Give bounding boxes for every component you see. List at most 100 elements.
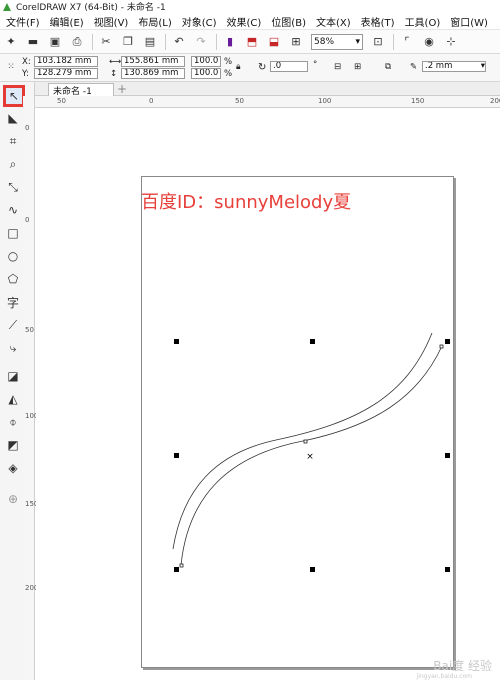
add-tool-button[interactable]: ⊕ [3,490,23,508]
cut-icon[interactable]: ✂ [99,35,113,49]
vertical-ruler[interactable]: 0 0 50 100 150 200 [23,96,38,680]
toolbar-divider [393,33,394,50]
copy-icon[interactable]: ❐ [121,35,135,49]
paste-icon[interactable]: ▤ [143,35,157,49]
polygon-tool[interactable]: ⬠ [3,270,26,288]
text-icon: 字 [6,295,19,310]
undo-icon[interactable]: ↶ [172,35,186,49]
snap-icon[interactable]: ◉ [422,35,436,49]
outline-width-value: .2 mm [425,61,453,71]
mirror-vertical-icon[interactable]: ⊞ [354,62,361,72]
zoom-tool[interactable]: ⌕ [3,155,26,173]
width-field[interactable]: 155.861 mm [121,56,185,67]
toolbar-divider [165,33,166,50]
open-icon[interactable]: ▬ [26,35,40,49]
percent-label: % [224,57,233,67]
app-launcher-icon[interactable]: ⊞ [289,35,303,49]
rotation-center-marker[interactable]: × [306,452,314,462]
new-icon[interactable]: ✦ [4,35,18,49]
import-icon[interactable]: ▮ [223,35,237,49]
menu-window[interactable]: 窗口(W) [450,14,488,29]
menu-effects[interactable]: 效果(C) [227,14,262,29]
ellipse-tool[interactable]: ○ [3,247,26,265]
drop-shadow-tool[interactable]: ◪ [3,367,26,385]
plus-circle-icon: ⊕ [7,492,19,506]
tab-document[interactable]: 未命名 -1 [48,83,114,97]
show-rulers-icon[interactable]: ⌜ [400,35,414,49]
smart-fill-tool[interactable]: ◈ [3,459,23,477]
parallel-dimension-tool[interactable]: ⟋ [3,316,26,334]
shape-tool[interactable]: ◣ [3,109,26,127]
crop-tool[interactable]: ⌗ [3,132,26,150]
selection-handle-top-right[interactable] [445,339,450,344]
menu-layout[interactable]: 布局(L) [138,14,171,29]
selection-handle-top-left[interactable] [174,339,179,344]
pick-tool[interactable]: ↖ [3,85,25,107]
add-tab-button[interactable]: + [115,83,129,96]
degree-label: ° [313,60,318,70]
coreldraw-window: CorelDRAW X7 (64-Bit) - 未命名 -1 文件(F) 编辑(… [0,0,500,680]
ellipse-icon: ○ [7,249,19,263]
menu-file[interactable]: 文件(F) [6,14,40,29]
drawing-workspace[interactable]: 百度ID：sunnyMelody夏 × Bai度 经验 jingyan.baid… [36,108,500,680]
curve-node[interactable] [179,563,184,568]
selection-handle-top-center[interactable] [310,339,315,344]
zoom-level-select[interactable]: 58% ▾ [311,33,363,50]
selection-handle-middle-left[interactable] [174,453,179,458]
connector-tool[interactable]: ⤷ [3,339,26,357]
text-tool[interactable]: 字 [3,293,26,311]
menu-text[interactable]: 文本(X) [316,14,351,29]
ruler-label: 0 [149,97,154,105]
menu-edit[interactable]: 编辑(E) [50,14,84,29]
menu-object[interactable]: 对象(C) [182,14,217,29]
property-bar: ⁙ X: 103.182 mm Y: 128.279 mm ⟷ 155.861 … [0,54,500,82]
ruler-label: 50 [25,326,34,334]
lock-ratio-icon[interactable]: 🔒︎ [236,62,241,72]
rectangle-tool[interactable]: □ [3,224,26,242]
toolbar-divider [216,33,217,50]
curve-node[interactable] [303,439,308,444]
menu-bitmaps[interactable]: 位图(B) [271,14,306,29]
selection-handle-middle-right[interactable] [445,453,450,458]
drop-shadow-icon: ◪ [7,369,19,383]
document-tabs: 未命名 -1 + [35,82,500,97]
y-position-label: Y: [22,69,29,79]
horizontal-ruler[interactable]: 50 0 50 100 150 200 [35,96,500,108]
x-position-field[interactable]: 103.182 mm [34,56,98,67]
selection-handle-bottom-left[interactable] [174,567,179,572]
height-field[interactable]: 130.869 mm [121,68,185,79]
menu-tools[interactable]: 工具(O) [405,14,441,29]
curve-node[interactable] [439,344,444,349]
outline-width-select[interactable]: .2 mm ▾ [422,61,486,72]
rotation-field[interactable]: .0 [270,61,308,72]
interactive-fill-tool[interactable]: ◩ [3,436,26,454]
selected-curve-object[interactable]: × [36,108,500,680]
transparency-icon: ◭ [8,392,18,406]
color-eyedropper-tool[interactable]: ⌽ [3,413,26,431]
save-icon[interactable]: ▣ [48,35,62,49]
redo-icon[interactable]: ↷ [194,35,208,49]
print-icon[interactable]: ⎙ [70,35,84,49]
selection-handle-bottom-right[interactable] [445,567,450,572]
menu-table[interactable]: 表格(T) [361,14,395,29]
scale-y-field[interactable]: 100.0 [191,68,221,79]
to-front-icon[interactable]: ⧉ [385,62,391,72]
y-position-field[interactable]: 128.279 mm [34,68,98,79]
ruler-label: 150 [411,97,425,105]
artistic-media-tool[interactable]: ∿ [3,201,23,219]
export-icon[interactable]: ⬒ [245,35,259,49]
brush-icon: ∿ [7,203,19,217]
standard-toolbar: ✦ ▬ ▣ ⎙ ✂ ❐ ▤ ↶ ↷ ▮ ⬒ ⬓ ⊞ 58% ▾ ⊡ ⌜ ◉ ⊹ [0,30,500,54]
selection-handle-bottom-center[interactable] [310,567,315,572]
options-icon[interactable]: ⊹ [444,35,458,49]
scale-x-field[interactable]: 100.0 [191,56,221,67]
menu-view[interactable]: 视图(V) [94,14,129,29]
freehand-tool[interactable]: ⤡ [3,178,26,196]
object-origin-icon[interactable]: ⁙ [4,60,18,74]
transparency-tool[interactable]: ◭ [3,390,23,408]
ruler-label: 200 [490,97,500,105]
full-screen-icon[interactable]: ⊡ [371,35,385,49]
menu-bar: 文件(F) 编辑(E) 视图(V) 布局(L) 对象(C) 效果(C) 位图(B… [0,13,500,30]
publish-pdf-icon[interactable]: ⬓ [267,35,281,49]
mirror-horizontal-icon[interactable]: ⊟ [334,62,341,72]
